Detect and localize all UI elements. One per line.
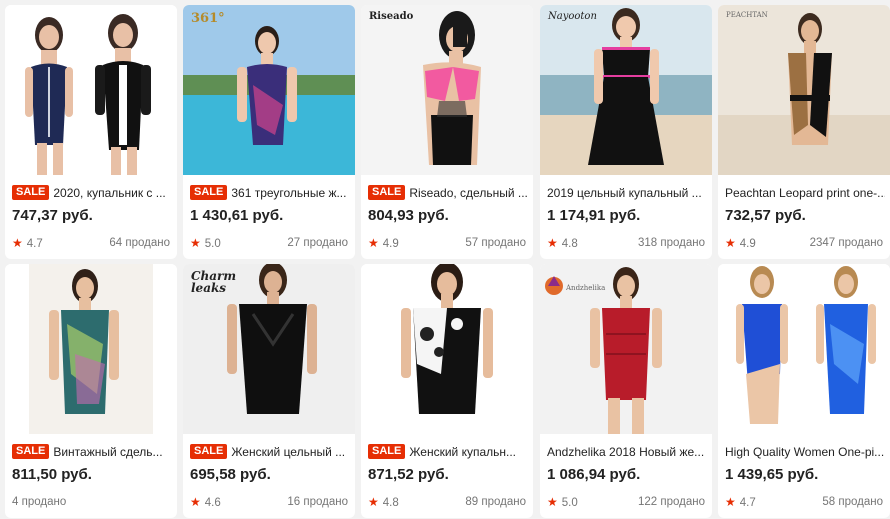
product-title[interactable]: 2019 цельный купальный ...: [547, 185, 707, 201]
sold-count: 58 продано: [822, 496, 883, 508]
sold-count: 4 продано: [12, 496, 67, 508]
product-price: 732,57 руб.: [725, 207, 806, 224]
sold-count: 122 продано: [637, 496, 705, 508]
product-meta: 4 продано: [12, 494, 170, 510]
star-icon: ★: [368, 236, 379, 250]
product-title[interactable]: Andzhelika 2018 Новый же...: [547, 444, 707, 460]
sold-count: 64 продано: [109, 237, 170, 249]
product-rating: ★ 4.9: [725, 236, 756, 250]
product-card[interactable]: 361° SALE 361 треугольные ж... 1 430,61 р…: [183, 5, 355, 259]
product-image[interactable]: Andzhelika: [540, 264, 712, 434]
star-icon: ★: [368, 495, 379, 509]
sold-count: 89 продано: [465, 496, 526, 508]
brand-logo: PEACHTAN: [726, 11, 768, 19]
sold-count: 2347 продано: [809, 237, 883, 249]
product-title[interactable]: SALE Женский купальн...: [368, 444, 528, 460]
product-meta: ★ 4.6 16 продано: [190, 494, 348, 510]
product-image[interactable]: PEACHTAN: [718, 5, 890, 175]
brand-logo: Nayooton: [548, 11, 597, 22]
product-price: 804,93 руб.: [368, 207, 449, 224]
product-meta: ★ 4.8 318 продано: [547, 235, 705, 251]
product-rating: ★ 4.8: [368, 495, 399, 509]
product-meta: ★ 4.8 89 продано: [368, 494, 526, 510]
product-price: 1 439,65 руб.: [725, 466, 819, 483]
product-title[interactable]: SALE Винтажный сдель...: [12, 444, 172, 460]
star-icon: ★: [12, 236, 23, 250]
sale-badge: SALE: [368, 444, 406, 459]
product-price: 1 174,91 руб.: [547, 207, 641, 224]
product-card[interactable]: PEACHTAN Peachtan Leopard print one-... …: [718, 5, 890, 259]
product-image[interactable]: [361, 264, 533, 434]
star-icon: ★: [190, 236, 201, 250]
product-title[interactable]: SALE 361 треугольные ж...: [190, 185, 350, 201]
product-price: 747,37 руб.: [12, 207, 93, 224]
product-rating: ★ 4.6: [190, 495, 221, 509]
product-image[interactable]: [5, 5, 177, 175]
sale-badge: SALE: [190, 185, 228, 200]
star-icon: ★: [547, 495, 558, 509]
product-price: 695,58 руб.: [190, 466, 271, 483]
product-image[interactable]: Nayooton: [540, 5, 712, 175]
sale-badge: SALE: [12, 444, 50, 459]
product-image[interactable]: [5, 264, 177, 434]
product-price: 871,52 руб.: [368, 466, 449, 483]
brand-logo: Charm leaks: [191, 269, 237, 295]
sold-count: 318 продано: [637, 237, 705, 249]
star-icon: ★: [547, 236, 558, 250]
product-title[interactable]: SALE Riseado, сдельный ...: [368, 185, 528, 201]
product-meta: ★ 5.0 122 продано: [547, 494, 705, 510]
product-meta: ★ 4.7 58 продано: [725, 494, 883, 510]
brand-logo: 361°: [191, 11, 225, 26]
product-card[interactable]: SALE Винтажный сдель... 811,50 руб. 4 про…: [5, 264, 177, 518]
product-title[interactable]: Peachtan Leopard print one-...: [725, 185, 885, 201]
product-title[interactable]: High Quality Women One-pi...: [725, 444, 885, 460]
sale-badge: SALE: [190, 444, 228, 459]
product-image[interactable]: [718, 264, 890, 434]
brand-logo: Andzhelika: [566, 284, 606, 292]
product-image[interactable]: Riseado: [361, 5, 533, 175]
product-rating: ★ 4.7: [725, 495, 756, 509]
product-card[interactable]: High Quality Women One-pi... 1 439,65 ру…: [718, 264, 890, 518]
sale-badge: SALE: [12, 185, 50, 200]
sale-badge: SALE: [368, 185, 406, 200]
brand-logo: Riseado: [369, 11, 414, 22]
sold-count: 57 продано: [465, 237, 526, 249]
product-image[interactable]: Charm leaks: [183, 264, 355, 434]
product-card[interactable]: Riseado SALE Riseado, сдельный ... 804,93…: [361, 5, 533, 259]
product-card[interactable]: Nayooton 2019 цельный купальный ... 1 17…: [540, 5, 712, 259]
product-card[interactable]: SALE 2020, купальник с ... 747,37 руб. ★ 4…: [5, 5, 177, 259]
product-title[interactable]: SALE 2020, купальник с ...: [12, 185, 172, 201]
product-rating: ★ 5.0: [547, 495, 578, 509]
star-icon: ★: [725, 495, 736, 509]
product-card[interactable]: Charm leaks SALE Женский цельный ... 695,…: [183, 264, 355, 518]
product-meta: ★ 4.9 2347 продано: [725, 235, 883, 251]
product-image[interactable]: 361°: [183, 5, 355, 175]
product-price: 1 086,94 руб.: [547, 466, 641, 483]
product-meta: ★ 4.7 64 продано: [12, 235, 170, 251]
product-rating: ★ 5.0: [190, 236, 221, 250]
sold-count: 27 продано: [287, 237, 348, 249]
product-rating: ★ 4.8: [547, 236, 578, 250]
product-title[interactable]: SALE Женский цельный ...: [190, 444, 350, 460]
product-card[interactable]: SALE Женский купальн... 871,52 руб. ★ 4.8 …: [361, 264, 533, 518]
product-price: 1 430,61 руб.: [190, 207, 284, 224]
product-price: 811,50 руб.: [12, 466, 92, 483]
product-card[interactable]: Andzhelika Andzhelika 2018 Новый же... 1…: [540, 264, 712, 518]
star-icon: ★: [725, 236, 736, 250]
sold-count: 16 продано: [287, 496, 348, 508]
product-meta: ★ 4.9 57 продано: [368, 235, 526, 251]
product-rating: ★ 4.7: [12, 236, 43, 250]
product-rating: ★ 4.9: [368, 236, 399, 250]
product-grid: SALE 2020, купальник с ... 747,37 руб. ★ 4…: [0, 0, 890, 519]
star-icon: ★: [190, 495, 201, 509]
product-meta: ★ 5.0 27 продано: [190, 235, 348, 251]
